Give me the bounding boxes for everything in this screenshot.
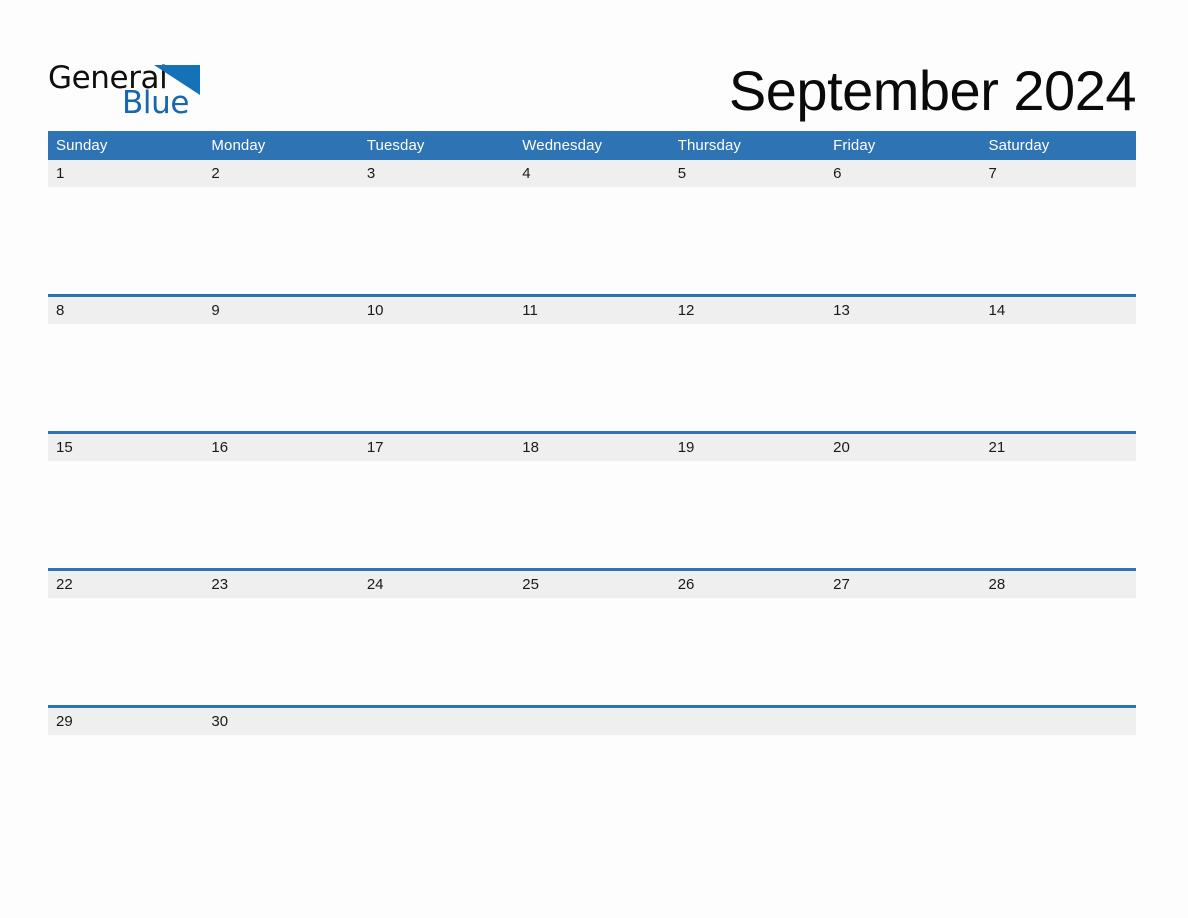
page-title: September 2024 <box>728 59 1137 122</box>
date-number-cell[interactable] <box>514 705 670 736</box>
date-number-cell[interactable]: 6 <box>825 160 981 188</box>
date-number-cell[interactable]: 22 <box>48 568 204 599</box>
day-event-area[interactable] <box>980 187 1136 296</box>
day-event-area[interactable] <box>203 461 359 570</box>
weekday-header-tuesday: Tuesday <box>358 131 515 160</box>
day-event-area[interactable] <box>825 461 981 570</box>
day-event-area[interactable] <box>669 461 826 570</box>
day-event-area[interactable] <box>980 598 1136 707</box>
date-number-cell[interactable] <box>669 705 826 736</box>
week-row-4-body <box>48 598 1136 707</box>
date-number-cell[interactable]: 29 <box>48 705 204 736</box>
date-number-cell[interactable]: 7 <box>980 160 1136 188</box>
date-number-cell[interactable]: 28 <box>980 568 1136 599</box>
week-row-5-body <box>48 735 1136 842</box>
date-number-cell[interactable]: 2 <box>203 160 359 188</box>
date-number-cell[interactable]: 30 <box>203 705 359 736</box>
weekday-header-row: Sunday Monday Tuesday Wednesday Thursday… <box>48 131 1136 160</box>
date-number-cell[interactable]: 5 <box>669 160 826 188</box>
date-number-cell[interactable]: 8 <box>48 294 204 325</box>
date-number-cell[interactable]: 20 <box>825 431 981 462</box>
week-row-2-dates: 8 9 10 11 12 13 14 <box>48 294 1136 325</box>
date-number-cell[interactable]: 18 <box>514 431 670 462</box>
date-number-cell[interactable]: 16 <box>203 431 359 462</box>
day-event-area[interactable] <box>358 324 515 433</box>
month-grid: Sunday Monday Tuesday Wednesday Thursday… <box>48 131 1136 842</box>
day-event-area[interactable] <box>514 324 670 433</box>
day-event-area[interactable] <box>48 461 204 570</box>
date-number-cell[interactable]: 10 <box>358 294 515 325</box>
date-number-cell[interactable]: 21 <box>980 431 1136 462</box>
day-event-area[interactable] <box>825 598 981 707</box>
day-event-area[interactable] <box>48 735 204 842</box>
day-event-area[interactable] <box>980 735 1136 842</box>
week-row-1-dates: 1 2 3 4 5 6 7 <box>48 160 1136 188</box>
day-event-area[interactable] <box>203 735 359 842</box>
weekday-header-monday: Monday <box>203 131 359 160</box>
weekday-header-wednesday: Wednesday <box>514 131 670 160</box>
date-number-cell[interactable] <box>825 705 981 736</box>
date-number-cell[interactable]: 12 <box>669 294 826 325</box>
week-row-2-body <box>48 324 1136 433</box>
day-event-area[interactable] <box>203 187 359 296</box>
page-header: General Blue September 2024 <box>48 44 1137 122</box>
date-number-cell[interactable]: 13 <box>825 294 981 325</box>
week-row-1-body <box>48 187 1136 296</box>
day-event-area[interactable] <box>669 598 826 707</box>
day-event-area[interactable] <box>358 735 515 842</box>
weekday-header-sunday: Sunday <box>48 131 204 160</box>
date-number-cell[interactable]: 1 <box>48 160 204 188</box>
date-number-cell[interactable]: 4 <box>514 160 670 188</box>
logo-text-blue: Blue <box>122 85 189 121</box>
week-row-5-dates: 29 30 <box>48 705 1136 736</box>
date-number-cell[interactable]: 17 <box>358 431 515 462</box>
day-event-area[interactable] <box>358 461 515 570</box>
date-number-cell[interactable]: 15 <box>48 431 204 462</box>
day-event-area[interactable] <box>203 598 359 707</box>
date-number-cell[interactable] <box>358 705 515 736</box>
week-row-4-dates: 22 23 24 25 26 27 28 <box>48 568 1136 599</box>
day-event-area[interactable] <box>669 735 826 842</box>
day-event-area[interactable] <box>514 461 670 570</box>
date-number-cell[interactable]: 23 <box>203 568 359 599</box>
day-event-area[interactable] <box>48 598 204 707</box>
date-number-cell[interactable]: 27 <box>825 568 981 599</box>
date-number-cell[interactable]: 24 <box>358 568 515 599</box>
day-event-area[interactable] <box>980 461 1136 570</box>
day-event-area[interactable] <box>980 324 1136 433</box>
week-row-3-dates: 15 16 17 18 19 20 21 <box>48 431 1136 462</box>
date-number-cell[interactable]: 14 <box>980 294 1136 325</box>
day-event-area[interactable] <box>48 324 204 433</box>
day-event-area[interactable] <box>48 187 204 296</box>
date-number-cell[interactable]: 9 <box>203 294 359 325</box>
day-event-area[interactable] <box>514 598 670 707</box>
weekday-header-thursday: Thursday <box>669 131 826 160</box>
calendar-page: General Blue September 2024 Sunday Monda… <box>0 0 1188 918</box>
weekday-header-friday: Friday <box>825 131 981 160</box>
day-event-area[interactable] <box>825 324 981 433</box>
date-number-cell[interactable]: 3 <box>358 160 515 188</box>
day-event-area[interactable] <box>825 735 981 842</box>
day-event-area[interactable] <box>358 187 515 296</box>
week-row-3-body <box>48 461 1136 570</box>
date-number-cell[interactable] <box>980 705 1136 736</box>
day-event-area[interactable] <box>514 187 670 296</box>
day-event-area[interactable] <box>669 324 826 433</box>
weekday-header-saturday: Saturday <box>980 131 1136 160</box>
day-event-area[interactable] <box>358 598 515 707</box>
day-event-area[interactable] <box>825 187 981 296</box>
date-number-cell[interactable]: 25 <box>514 568 670 599</box>
day-event-area[interactable] <box>203 324 359 433</box>
date-number-cell[interactable]: 19 <box>669 431 826 462</box>
day-event-area[interactable] <box>669 187 826 296</box>
date-number-cell[interactable]: 26 <box>669 568 826 599</box>
date-number-cell[interactable]: 11 <box>514 294 670 325</box>
general-blue-logo: General Blue <box>48 62 200 121</box>
day-event-area[interactable] <box>514 735 670 842</box>
